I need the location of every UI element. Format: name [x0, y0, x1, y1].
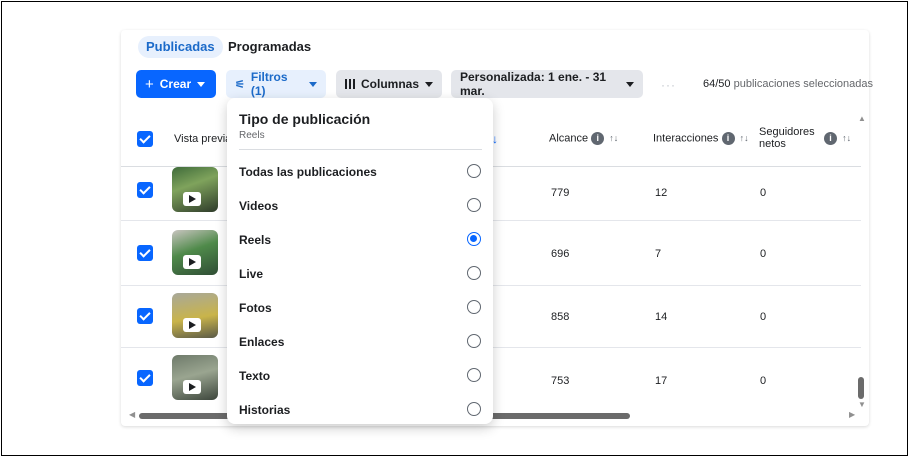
row-checkbox[interactable] [137, 370, 153, 386]
post-thumbnail[interactable] [172, 293, 218, 338]
filter-option-label: Reels [239, 233, 272, 247]
filter-option-label: Enlaces [239, 335, 285, 349]
radio-button[interactable] [467, 266, 481, 280]
vertical-scrollbar[interactable] [858, 377, 864, 399]
filter-dropdown-title: Tipo de publicación [239, 111, 371, 127]
columns-button[interactable]: Columnas [336, 70, 442, 98]
filter-option-enlaces[interactable]: Enlaces [227, 325, 493, 359]
filter-option-label: Videos [239, 199, 279, 213]
sort-icon[interactable]: ↑↓ [740, 133, 749, 143]
selection-count-number: 64/50 [703, 78, 731, 90]
create-button-label: Crear [159, 77, 192, 91]
post-thumbnail[interactable] [172, 230, 218, 275]
filter-option-reels[interactable]: Reels [227, 223, 493, 257]
column-header-seguidores[interactable]: Seguidores netos [759, 126, 815, 150]
alcance-value: 858 [551, 311, 570, 323]
filter-option-texto[interactable]: Texto [227, 359, 493, 393]
radio-button[interactable] [467, 198, 481, 212]
filter-option-fotos[interactable]: Fotos [227, 291, 493, 325]
filters-button-label: Filtros (1) [250, 70, 288, 98]
filter-dropdown-divider [239, 149, 482, 150]
filters-button[interactable]: ⚟ Filtros (1) [226, 70, 326, 98]
reel-play-icon [183, 192, 201, 206]
sort-icon[interactable]: ↑↓ [842, 133, 851, 143]
column-header-alcance-label: Alcance [549, 132, 589, 145]
info-icon[interactable]: i [824, 132, 837, 145]
info-icon[interactable]: i [591, 132, 605, 145]
radio-button[interactable] [467, 300, 481, 314]
chevron-down-icon [425, 81, 433, 87]
interacciones-value: 17 [655, 375, 668, 387]
columns-button-label: Columnas [360, 77, 419, 91]
filter-option-todas[interactable]: Todas las publicaciones [227, 155, 493, 189]
filter-option-videos[interactable]: Videos [227, 189, 493, 223]
seguidores-value: 0 [760, 248, 767, 260]
alcance-value: 779 [551, 187, 570, 199]
reel-play-icon [183, 380, 201, 394]
columns-icon [345, 79, 355, 89]
filter-option-label: Live [239, 267, 264, 281]
reel-play-icon [183, 318, 201, 332]
alcance-value: 696 [551, 248, 570, 260]
plus-icon: + [145, 75, 154, 93]
scroll-down-icon[interactable]: ▼ [858, 400, 866, 409]
more-options-button[interactable]: ··· [661, 78, 676, 92]
radio-button-selected[interactable] [467, 232, 481, 246]
filter-option-live[interactable]: Live [227, 257, 493, 291]
interacciones-value: 12 [655, 187, 668, 199]
scroll-right-icon[interactable]: ▶ [849, 410, 855, 419]
row-checkbox[interactable] [137, 308, 153, 324]
column-header-interacciones-label: Interacciones [653, 132, 719, 145]
seguidores-value: 0 [760, 375, 767, 387]
radio-button[interactable] [467, 164, 481, 178]
date-range-label: Personalizada: 1 ene. - 31 mar. [460, 70, 607, 98]
alcance-value: 753 [551, 375, 570, 387]
interacciones-value: 14 [655, 311, 668, 323]
post-thumbnail[interactable] [172, 167, 218, 212]
radio-button[interactable] [467, 402, 481, 416]
seguidores-value: 0 [760, 311, 767, 323]
filter-icon: ⚟ [235, 78, 245, 91]
selection-count: 64/50 publicaciones seleccionadas [703, 78, 873, 90]
seguidores-value: 0 [760, 187, 767, 199]
column-header-seguidores-icons: i ↑↓ [824, 132, 851, 145]
reel-play-icon [183, 255, 201, 269]
filter-option-label: Texto [239, 369, 271, 383]
filter-option-label: Fotos [239, 301, 272, 315]
chevron-down-icon [197, 81, 206, 87]
filter-option-label: Todas las publicaciones [239, 165, 377, 179]
row-checkbox[interactable] [137, 182, 153, 198]
filter-dropdown: Tipo de publicación Reels Todas las publ… [227, 98, 493, 424]
create-button[interactable]: + Crear [136, 70, 216, 98]
info-icon[interactable]: i [721, 132, 735, 145]
interacciones-value: 7 [655, 248, 662, 260]
tab-publicadas[interactable]: Publicadas [138, 36, 223, 58]
date-range-button[interactable]: Personalizada: 1 ene. - 31 mar. [451, 70, 643, 98]
column-header-interacciones[interactable]: Interacciones i ↑↓ [653, 132, 749, 145]
sort-icon[interactable]: ↑↓ [609, 133, 618, 143]
tab-programadas[interactable]: Programadas [220, 36, 319, 58]
filter-dropdown-current: Reels [239, 130, 265, 141]
scroll-up-icon[interactable]: ▲ [858, 114, 866, 123]
filter-option-historias[interactable]: Historias [227, 393, 493, 424]
scroll-left-icon[interactable]: ◀ [129, 410, 135, 419]
row-checkbox[interactable] [137, 245, 153, 261]
select-all-checkbox[interactable] [137, 131, 153, 147]
chevron-down-icon [626, 81, 634, 87]
column-header-alcance[interactable]: Alcance i ↑↓ [549, 132, 618, 145]
column-header-preview: Vista previa [174, 133, 232, 145]
radio-button[interactable] [467, 368, 481, 382]
selection-count-text: publicaciones seleccionadas [733, 78, 874, 90]
chevron-down-icon [309, 81, 317, 87]
radio-button[interactable] [467, 334, 481, 348]
post-thumbnail[interactable] [172, 355, 218, 400]
filter-option-label: Historias [239, 403, 291, 417]
